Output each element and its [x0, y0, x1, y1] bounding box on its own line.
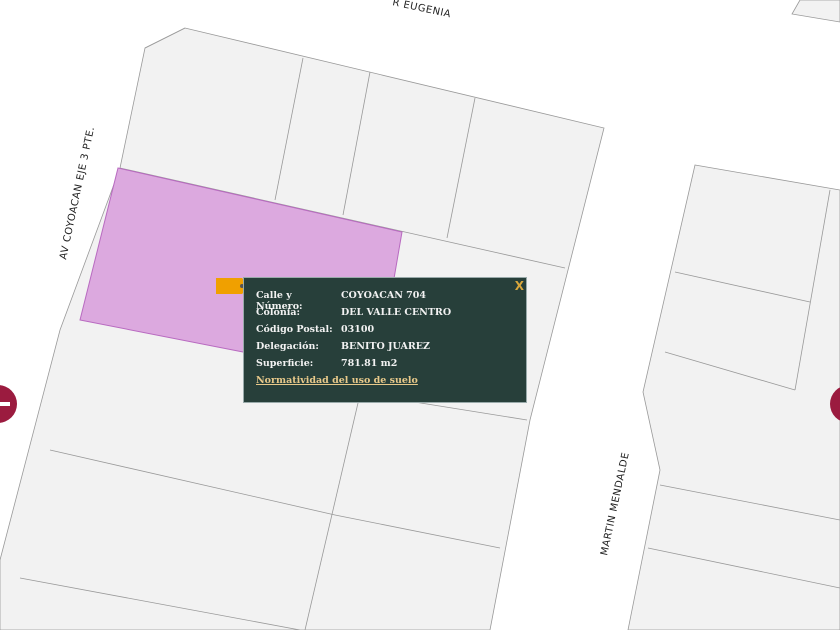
street-label-coyoacan: AV COYOACAN EJE 3 PTE. [58, 125, 97, 260]
info-value: 03100 [341, 324, 375, 335]
info-row: Delegación: BENITO JUAREZ [256, 341, 430, 352]
minus-icon [0, 402, 10, 406]
info-value: DEL VALLE CENTRO [341, 307, 452, 318]
info-row: Superficie: 781.81 m2 [256, 358, 397, 369]
land-use-link[interactable]: Normatividad del uso de suelo [256, 375, 418, 386]
parcel-info-popup: X Calle y Número: COYOACAN 704 Colonia: DE… [243, 277, 527, 403]
info-row: Colonia: DEL VALLE CENTRO [256, 307, 451, 318]
info-label: Código Postal: [256, 324, 333, 335]
info-value: BENITO JUAREZ [341, 341, 430, 352]
info-label: Superficie: [256, 358, 314, 369]
info-label: Delegación: [256, 341, 319, 352]
street-label-eugenia: R EUGENIA [391, 0, 452, 20]
info-label: Colonia: [256, 307, 301, 318]
info-value: 781.81 m2 [341, 358, 398, 369]
block-east [627, 164, 840, 630]
block-north [791, 0, 840, 23]
info-row: Código Postal: 03100 [256, 324, 374, 335]
street-label-martin-mendalde: MARTIN MENDALDE [599, 451, 632, 556]
close-button[interactable]: X [515, 279, 524, 293]
